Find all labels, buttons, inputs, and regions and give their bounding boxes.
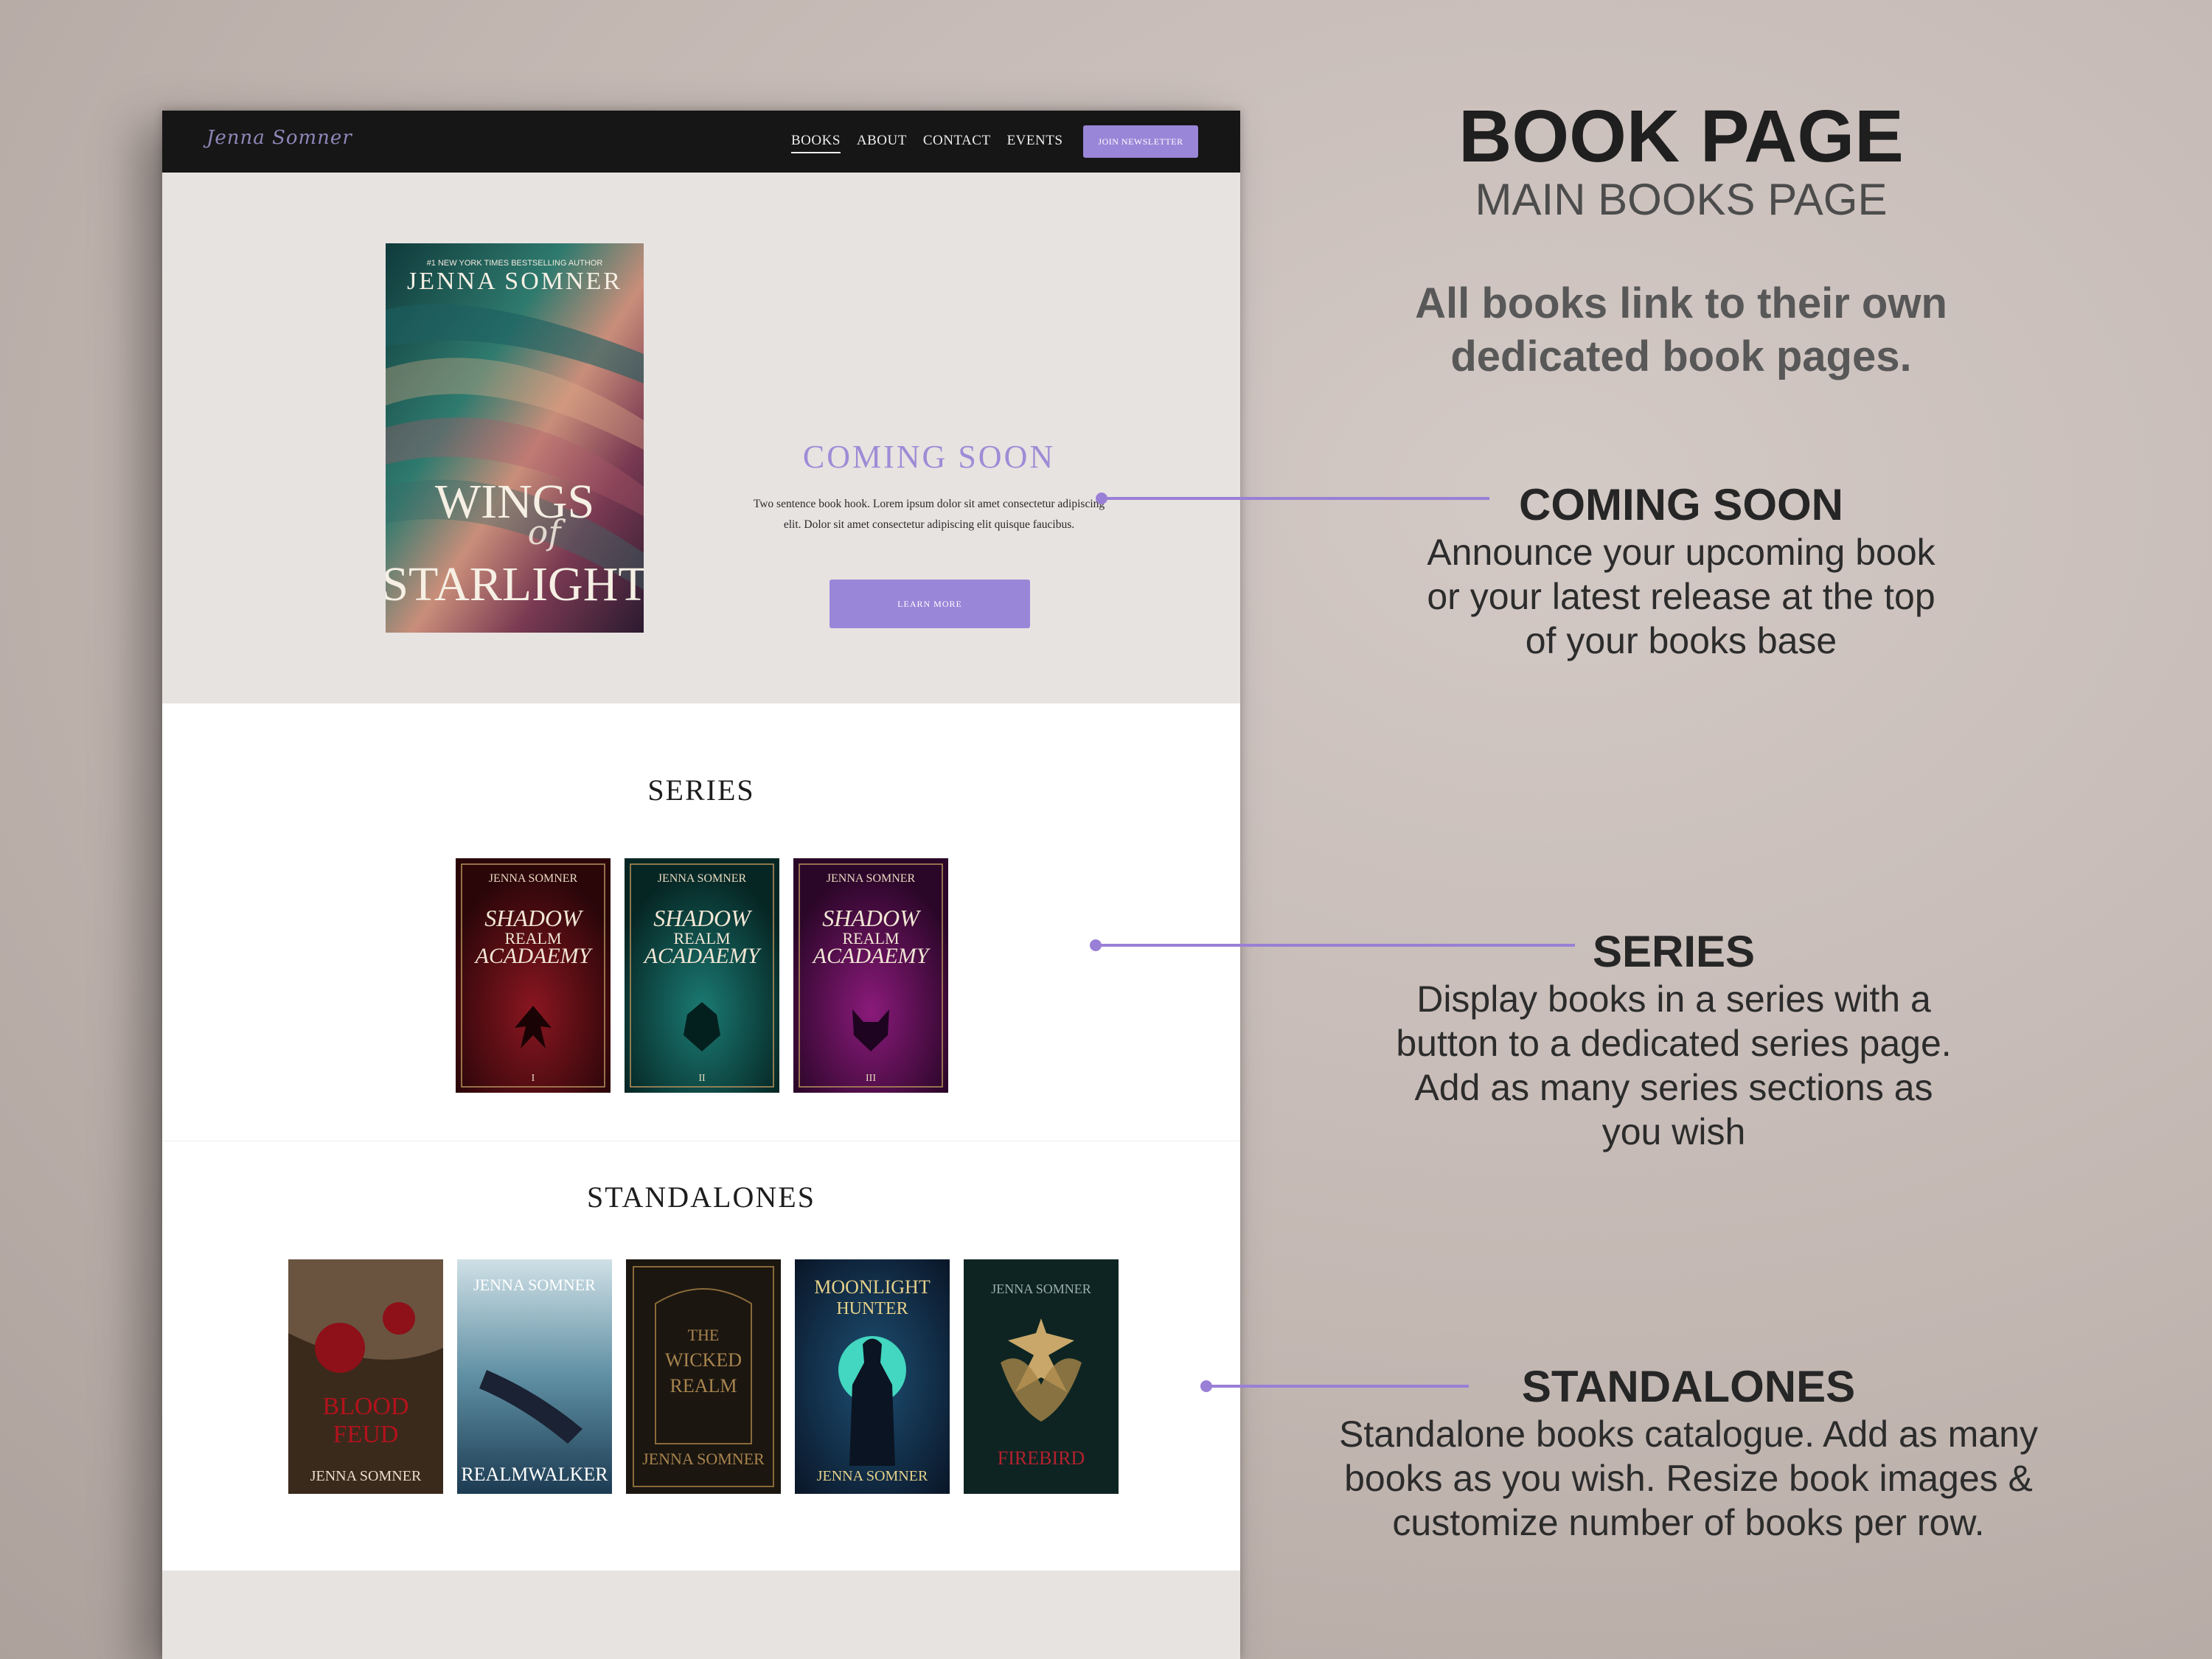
hero-cover-author: JENNA SOMNER (407, 268, 622, 295)
top-nav: Jenna Somner BOOKS ABOUT CONTACT EVENTS … (162, 111, 1240, 173)
series-callout-heading: SERIES (1592, 927, 1756, 976)
hero-cover-title-mid: of (528, 512, 566, 552)
series-book-2-numeral: II (698, 1073, 706, 1084)
svg-text:ACADAEMY: ACADAEMY (643, 944, 762, 968)
series-book-3-author: JENNA SOMNER (827, 872, 916, 885)
standalone-book-3[interactable]: THE WICKED REALM JENNA SOMNER (626, 1259, 781, 1494)
standalones-callout: STANDALONES Standalone books catalogue. … (1320, 1361, 2057, 1545)
series-book-1-numeral: I (532, 1073, 535, 1084)
series-book-3[interactable]: JENNA SOMNER SHADOW REALM ACADAEMY III (793, 858, 948, 1093)
standalone-book-2[interactable]: JENNA SOMNER REALMWALKER (457, 1259, 612, 1494)
join-newsletter-button[interactable]: JOIN NEWSLETTER (1083, 125, 1198, 158)
page-description: All books link to their own dedicated bo… (1415, 279, 1947, 380)
series-book-1[interactable]: JENNA SOMNER SHADOW REALM ACADAEMY I (456, 858, 611, 1093)
learn-more-button[interactable]: LEARN MORE (830, 580, 1030, 628)
series-book-3-numeral: III (866, 1073, 876, 1084)
nav-link-books[interactable]: BOOKS (791, 133, 841, 153)
hero-cover-title-bottom: STARLIGHT (386, 557, 644, 611)
svg-text:REALM: REALM (670, 1375, 737, 1397)
nav-link-contact[interactable]: CONTACT (923, 133, 991, 153)
svg-text:WICKED: WICKED (665, 1349, 742, 1371)
nav-links: BOOKS ABOUT CONTACT EVENTS (791, 133, 1062, 153)
series-callout: SERIES Display books in a series with a … (1379, 926, 1969, 1154)
series-book-1-author: JENNA SOMNER (489, 872, 578, 885)
svg-text:ACADAEMY: ACADAEMY (474, 944, 594, 968)
standalones-callout-body: Standalone books catalogue. Add as many … (1339, 1413, 2038, 1543)
page-title: BOOK PAGE (1458, 95, 1904, 178)
standalone-book-2-author: JENNA SOMNER (473, 1276, 596, 1294)
svg-text:FEUD: FEUD (333, 1421, 399, 1448)
coming-soon-callout-heading: COMING SOON (1518, 480, 1843, 529)
standalone-book-2-title: REALMWALKER (461, 1464, 608, 1485)
standalone-book-5[interactable]: JENNA SOMNER FIREBIRD (964, 1259, 1119, 1494)
svg-text:MOONLIGHT: MOONLIGHT (814, 1276, 931, 1298)
standalone-book-5-author: JENNA SOMNER (991, 1281, 1091, 1296)
standalones-section: STANDALONES BLOOD FEUD JENNA SOMNER JENN… (162, 1141, 1240, 1571)
svg-text:SHADOW: SHADOW (484, 905, 584, 931)
nav-link-about[interactable]: ABOUT (857, 133, 907, 153)
website-mockup: Jenna Somner BOOKS ABOUT CONTACT EVENTS … (162, 111, 1240, 1659)
coming-soon-text: Two sentence book hook. Lorem ipsum dolo… (753, 498, 1105, 531)
coming-soon-section: #1 NEW YORK TIMES BESTSELLING AUTHOR JEN… (162, 173, 1240, 703)
svg-text:ACADAEMY: ACADAEMY (812, 944, 931, 968)
standalone-book-4[interactable]: MOONLIGHT HUNTER JENNA SOMNER (795, 1259, 950, 1494)
standalones-callout-heading: STANDALONES (1521, 1362, 1856, 1411)
svg-text:BLOOD: BLOOD (322, 1393, 408, 1420)
series-callout-body: Display books in a series with a button … (1396, 978, 1952, 1152)
standalone-book-1-author: JENNA SOMNER (310, 1468, 422, 1484)
svg-text:THE: THE (688, 1326, 720, 1344)
standalones-title: STANDALONES (587, 1180, 815, 1214)
standalone-book-1[interactable]: BLOOD FEUD JENNA SOMNER (288, 1259, 443, 1494)
series-book-2-author: JENNA SOMNER (658, 872, 747, 885)
nav-link-events[interactable]: EVENTS (1007, 133, 1063, 153)
series-section: SERIES JENNA SOMNER SHADOW REALM ACADAEM… (162, 703, 1240, 1141)
svg-text:SHADOW: SHADOW (653, 905, 753, 931)
svg-text:HUNTER: HUNTER (836, 1299, 908, 1318)
coming-soon-title: COMING SOON (802, 439, 1056, 475)
series-title: SERIES (647, 773, 755, 807)
series-book-2[interactable]: JENNA SOMNER SHADOW REALM ACADAEMY II (625, 858, 779, 1093)
bottom-strip (162, 1571, 1240, 1659)
svg-text:SHADOW: SHADOW (822, 905, 922, 931)
hero-cover-tagline: #1 NEW YORK TIMES BESTSELLING AUTHOR (427, 259, 603, 268)
page-subtitle: MAIN BOOKS PAGE (1475, 175, 1888, 224)
coming-soon-callout: COMING SOON Announce your upcoming book … (1386, 479, 1976, 663)
site-logo[interactable]: Jenna Somner (206, 127, 352, 149)
standalone-book-5-title: FIREBIRD (998, 1447, 1085, 1469)
standalone-book-3-author: JENNA SOMNER (642, 1450, 765, 1468)
hero-book-cover[interactable]: #1 NEW YORK TIMES BESTSELLING AUTHOR JEN… (386, 243, 644, 633)
standalone-book-4-author: JENNA SOMNER (817, 1468, 928, 1484)
hero-cover-title-top: WINGS (435, 475, 594, 529)
coming-soon-callout-body: Announce your upcoming book or your late… (1427, 532, 1935, 661)
